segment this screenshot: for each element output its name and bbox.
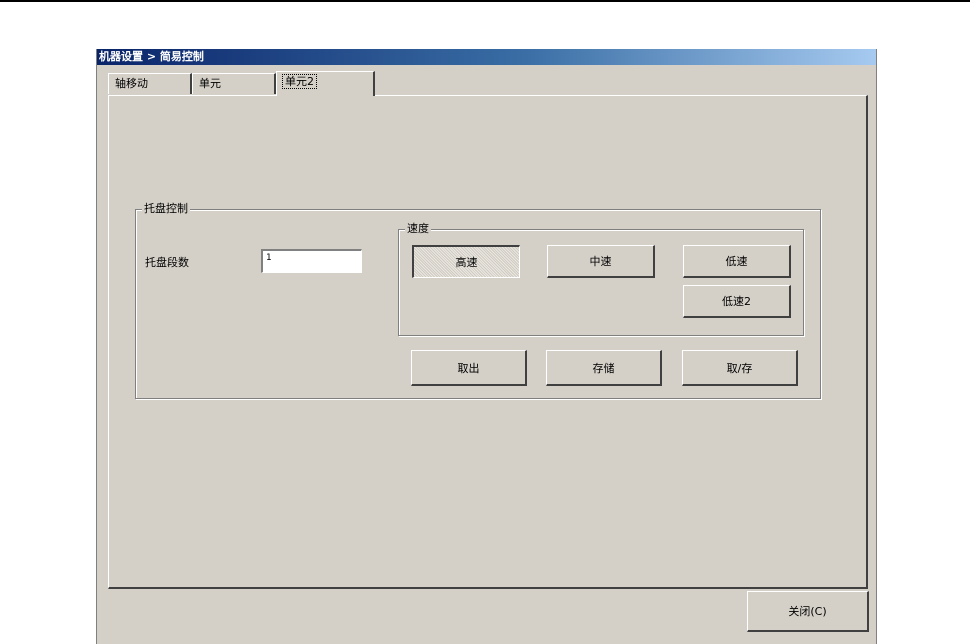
group-title: 速度 — [405, 222, 431, 236]
tab-unit2[interactable]: 单元2 — [276, 71, 375, 96]
store-button[interactable]: 存储 — [546, 350, 662, 386]
medium-speed-button[interactable]: 中速 — [547, 245, 655, 278]
tray-control-group: 托盘控制 托盘段数 1 速度 高速 中速 低速 低速2 取出 存储 取/存 — [135, 202, 821, 399]
dialog-window: 机器设置 > 简易控制 轴移动 单元 单元2 托盘控制 托盘段数 1 速度 高速… — [96, 49, 877, 644]
tray-count-label: 托盘段数 — [145, 256, 189, 269]
title-bar: 机器设置 > 简易控制 — [97, 49, 876, 65]
top-rule — [0, 0, 970, 2]
speed-group: 速度 高速 中速 低速 低速2 — [398, 222, 804, 336]
close-button[interactable]: 关闭(C) — [747, 591, 869, 632]
tab-unit[interactable]: 单元 — [192, 73, 276, 94]
tab-label: 单元2 — [282, 74, 317, 89]
high-speed-button[interactable]: 高速 — [412, 245, 520, 278]
low-speed-2-button[interactable]: 低速2 — [683, 285, 791, 318]
tray-count-input[interactable]: 1 — [260, 248, 363, 274]
group-title: 托盘控制 — [142, 202, 190, 216]
low-speed-button[interactable]: 低速 — [683, 245, 791, 278]
tab-panel: 托盘控制 托盘段数 1 速度 高速 中速 低速 低速2 取出 存储 取/存 — [108, 95, 868, 589]
tab-label: 单元 — [199, 77, 221, 90]
tab-label: 轴移动 — [115, 77, 148, 90]
take-out-button[interactable]: 取出 — [411, 350, 527, 386]
tab-axis-move[interactable]: 轴移动 — [108, 73, 192, 94]
take-store-button[interactable]: 取/存 — [682, 350, 798, 386]
window-title: 机器设置 > 简易控制 — [99, 50, 204, 63]
